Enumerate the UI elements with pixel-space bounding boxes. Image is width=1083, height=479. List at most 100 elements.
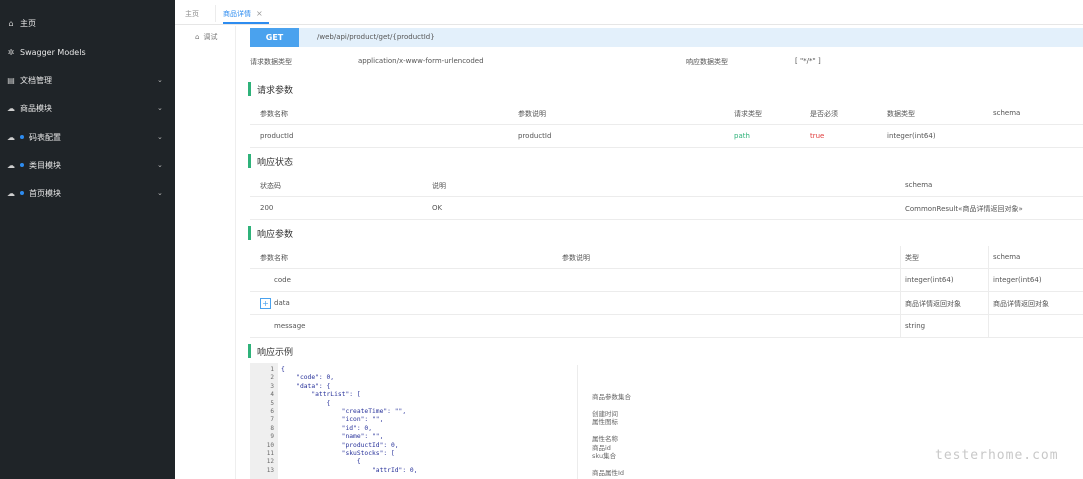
tab-home[interactable]: 主页	[185, 5, 216, 22]
section-title-response-example: 响应示例	[248, 344, 293, 358]
code-line: "productId": 0,	[281, 441, 399, 449]
table-header: schema	[993, 109, 1021, 117]
tab-bar: 主页 商品详情 ×	[175, 0, 1083, 25]
table-cell: path	[734, 132, 750, 140]
sidebar-item-label: 商品模块	[20, 103, 52, 113]
table-row: code integer(int64) integer(int64)	[250, 269, 1083, 292]
table-cell: string	[905, 322, 926, 330]
code-line: "createTime": "",	[281, 408, 407, 415]
code-line: "attrId": 0,	[281, 466, 418, 474]
field-comment: 属性图标	[592, 418, 618, 427]
chevron-down-icon: ⌄	[157, 189, 163, 197]
code-line: "icon": "",	[281, 416, 384, 424]
sidebar-item-homepage[interactable]: ☁ 首页模块 ⌄	[0, 179, 175, 207]
tab-product-detail[interactable]: 商品详情 ×	[223, 5, 269, 24]
table-cell: 商品详情返回对象	[905, 300, 961, 308]
home-icon: ⌂	[8, 18, 14, 28]
chevron-down-icon: ⌄	[157, 76, 163, 84]
column-divider	[988, 246, 989, 337]
table-row: data 商品详情返回对象 商品详情返回对象	[250, 292, 1083, 315]
sidebar-item-label: 主页	[20, 18, 36, 28]
code-line: {	[281, 458, 361, 466]
test-nav[interactable]: ⌂ 调试	[195, 32, 217, 42]
request-type-label: 请求数据类型	[250, 58, 292, 66]
document-icon: ▤	[7, 75, 15, 85]
table-row: 200 OK CommonResult«商品详情返回对象»	[250, 197, 1083, 220]
cloud-icon: ☁	[7, 103, 15, 113]
table-row: productId productId path true integer(in…	[250, 125, 1083, 148]
close-icon[interactable]: ×	[256, 9, 263, 18]
section-title-response-status: 响应状态	[248, 154, 293, 168]
sidebar-item-docs[interactable]: ▤ 文档管理 ⌄	[0, 66, 175, 94]
field-comment: sku集合	[592, 452, 617, 460]
table-header: 类型	[905, 254, 919, 262]
method-button[interactable]: GET	[250, 28, 299, 47]
code-line: {	[281, 366, 285, 373]
table-header: 是否必须	[810, 110, 838, 118]
table-header-row: 参数名称 参数说明 类型 schema	[250, 246, 1083, 269]
line-number: 13	[266, 466, 274, 474]
response-type-label: 响应数据类型	[686, 58, 728, 66]
table-header: 请求类型	[734, 110, 762, 118]
line-number: 4	[270, 391, 274, 399]
code-line: "id": 0,	[281, 424, 372, 432]
table-header: 参数名称	[260, 110, 288, 118]
table-header-row: 参数名称 参数说明 请求类型 是否必须 数据类型 schema	[250, 102, 1083, 125]
line-number: 1	[270, 366, 274, 373]
line-number: 7	[270, 416, 274, 424]
table-cell: integer(int64)	[993, 276, 1042, 284]
tab-label: 主页	[185, 9, 199, 18]
line-number: 6	[270, 408, 274, 415]
table-header: 说明	[432, 182, 446, 190]
line-number: 8	[270, 424, 274, 432]
field-comment: 商品属性Id	[592, 468, 625, 477]
test-label: 调试	[203, 33, 218, 41]
table-row: message string	[250, 315, 1083, 338]
request-type-value: application/x-www-form-urlencoded	[358, 57, 484, 65]
sidebar-item-category[interactable]: ☁ 类目模块 ⌄	[0, 151, 175, 179]
code-line: "skuStocks": [	[281, 450, 395, 457]
table-cell: code	[274, 276, 291, 284]
code-line: "name": "",	[281, 433, 384, 441]
sidebar-item-label: Swagger Models	[20, 47, 86, 57]
line-number: 10	[266, 441, 274, 449]
response-type-value: [ "*/*" ]	[795, 57, 821, 65]
sidebar: ⌂ 主页 ✲ Swagger Models ▤ 文档管理 ⌄ ☁ 商品模块 ⌄ …	[0, 0, 175, 479]
sidebar-item-swagger-models[interactable]: ✲ Swagger Models	[0, 38, 175, 66]
section-title-request-params: 请求参数	[248, 82, 293, 96]
gear-icon: ✲	[7, 47, 15, 57]
section-title-response-params: 响应参数	[248, 226, 293, 240]
column-divider	[900, 246, 901, 337]
watermark: testerhome.com	[935, 448, 1059, 463]
table-header: 数据类型	[887, 110, 915, 118]
table-cell: CommonResult«商品详情返回对象»	[905, 205, 1023, 213]
expand-button[interactable]: +	[260, 298, 271, 309]
table-header: 参数说明	[518, 110, 546, 118]
code-editor[interactable]: 1 {2 "code": 0, 3 "data": {4 "attrList": […	[250, 363, 550, 479]
table-cell: 200	[260, 204, 274, 212]
table-cell: productId	[518, 132, 552, 140]
table-cell: message	[274, 322, 306, 330]
table-header: 状态码	[260, 182, 281, 190]
chevron-down-icon: ⌄	[157, 161, 163, 169]
sidebar-item-code-table[interactable]: ☁ 码表配置 ⌄	[0, 123, 175, 151]
sidebar-item-product[interactable]: ☁ 商品模块 ⌄	[0, 94, 175, 122]
table-cell: true	[810, 132, 825, 140]
table-header-row: 状态码 说明 schema	[250, 175, 1083, 197]
table-cell: 商品详情返回对象	[993, 300, 1049, 308]
line-number: 2	[270, 374, 274, 382]
table-header: schema	[993, 253, 1021, 261]
sidebar-item-label: 类目模块	[29, 160, 61, 170]
field-comment: 商品参数集合	[592, 393, 631, 402]
line-number: 12	[266, 458, 274, 466]
sidebar-item-label: 码表配置	[29, 132, 61, 142]
chevron-down-icon: ⌄	[157, 104, 163, 112]
sidebar-item-home[interactable]: ⌂ 主页	[0, 9, 175, 37]
code-line: "code": 0,	[281, 374, 335, 382]
table-header: 参数名称	[260, 254, 288, 262]
table-cell: OK	[432, 204, 443, 212]
status-dot	[20, 163, 24, 167]
code-line: {	[281, 399, 331, 407]
chevron-down-icon: ⌄	[157, 133, 163, 141]
endpoint-path: /web/api/product/get/{productId}	[317, 33, 435, 41]
